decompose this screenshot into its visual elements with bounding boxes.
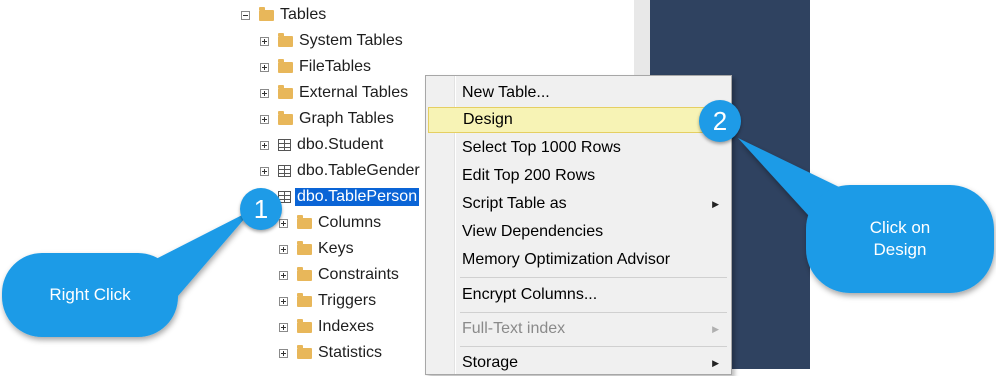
step-1-badge: 1	[240, 188, 282, 230]
step-1-number: 1	[253, 193, 269, 224]
step-2-badge: 2	[699, 100, 741, 142]
design-callout-line-1: Click on	[869, 218, 931, 237]
design-callout-text: Click on Design	[806, 217, 994, 261]
design-callout-bubble	[738, 138, 994, 293]
right-click-callout-text: Right Click	[49, 285, 131, 304]
step-2-number: 2	[712, 105, 728, 136]
callout-layer	[2, 138, 994, 337]
design-callout-line-2: Design	[873, 240, 927, 259]
right-click-callout-bubble	[2, 210, 252, 337]
